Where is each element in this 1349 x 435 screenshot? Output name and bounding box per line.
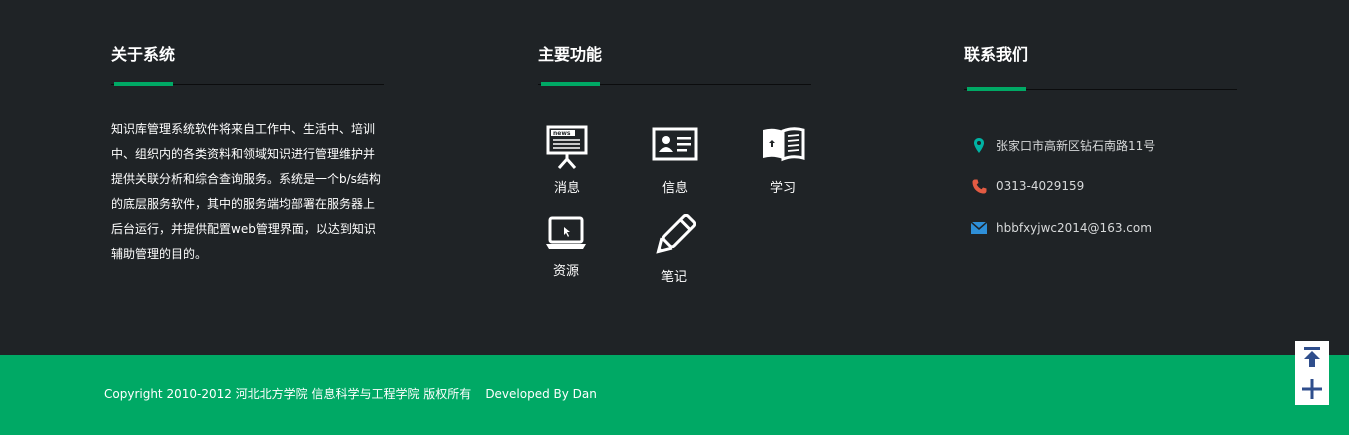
footer-top: 关于系统 知识库管理系统软件将来自工作中、生活中、培训中、组织内的各类资料和领域… — [0, 0, 1349, 355]
news-board-icon: news — [546, 125, 588, 169]
contact-title: 联系我们 — [964, 45, 1029, 64]
contact-phone: 0313-4029159 — [971, 176, 1084, 196]
func-label-news: 消息 — [553, 181, 580, 196]
phone-text: 0313-4029159 — [996, 179, 1085, 193]
func-item-resource[interactable]: 资源 — [531, 214, 601, 279]
contact-email: hbbfxyjwc2014@163.com — [971, 218, 1152, 238]
contact-divider — [964, 87, 1237, 91]
func-label-notes: 笔记 — [660, 270, 687, 285]
copyright: Copyright 2010-2012 河北北方学院 信息科学与工程学院 版权所… — [104, 385, 597, 402]
svg-text:news: news — [553, 130, 571, 137]
func-item-news[interactable]: news 消息 — [532, 125, 602, 196]
divider-accent — [114, 82, 173, 86]
functions-title: 主要功能 — [538, 45, 603, 64]
func-label-resource: 资源 — [552, 264, 579, 279]
laptop-icon — [546, 216, 586, 249]
back-to-top-button[interactable] — [1300, 345, 1324, 369]
func-label-info: 信息 — [661, 181, 688, 196]
address-text: 张家口市高新区钻石南路11号 — [996, 138, 1156, 153]
id-card-icon — [652, 127, 698, 161]
back-to-top-icon — [1304, 347, 1320, 367]
functions-divider — [538, 82, 811, 86]
pencil-icon — [656, 214, 696, 254]
plus-button[interactable] — [1300, 377, 1324, 401]
divider-accent — [967, 87, 1026, 91]
plus-icon — [1302, 379, 1322, 399]
envelope-icon — [971, 222, 987, 234]
float-toolbar — [1295, 341, 1329, 405]
func-item-study[interactable]: 学习 — [748, 125, 818, 196]
email-text[interactable]: hbbfxyjwc2014@163.com — [996, 221, 1152, 235]
func-item-notes[interactable]: 笔记 — [639, 214, 709, 285]
about-title: 关于系统 — [111, 45, 176, 64]
phone-icon — [971, 179, 987, 194]
copyright-text: Copyright 2010-2012 河北北方学院 信息科学与工程学院 版权所… — [104, 387, 472, 401]
map-pin-icon — [971, 137, 987, 153]
footer-bottom: Copyright 2010-2012 河北北方学院 信息科学与工程学院 版权所… — [0, 355, 1349, 435]
open-book-icon — [763, 127, 805, 162]
contact-address: 张家口市高新区钻石南路11号 — [971, 135, 1155, 155]
about-text: 知识库管理系统软件将来自工作中、生活中、培训中、组织内的各类资料和领域知识进行管… — [111, 122, 381, 261]
func-label-study: 学习 — [769, 181, 796, 196]
about-divider — [111, 82, 384, 86]
developer-text: Developed By Dan — [485, 387, 597, 401]
func-item-info[interactable]: 信息 — [640, 125, 710, 196]
divider-accent — [541, 82, 600, 86]
